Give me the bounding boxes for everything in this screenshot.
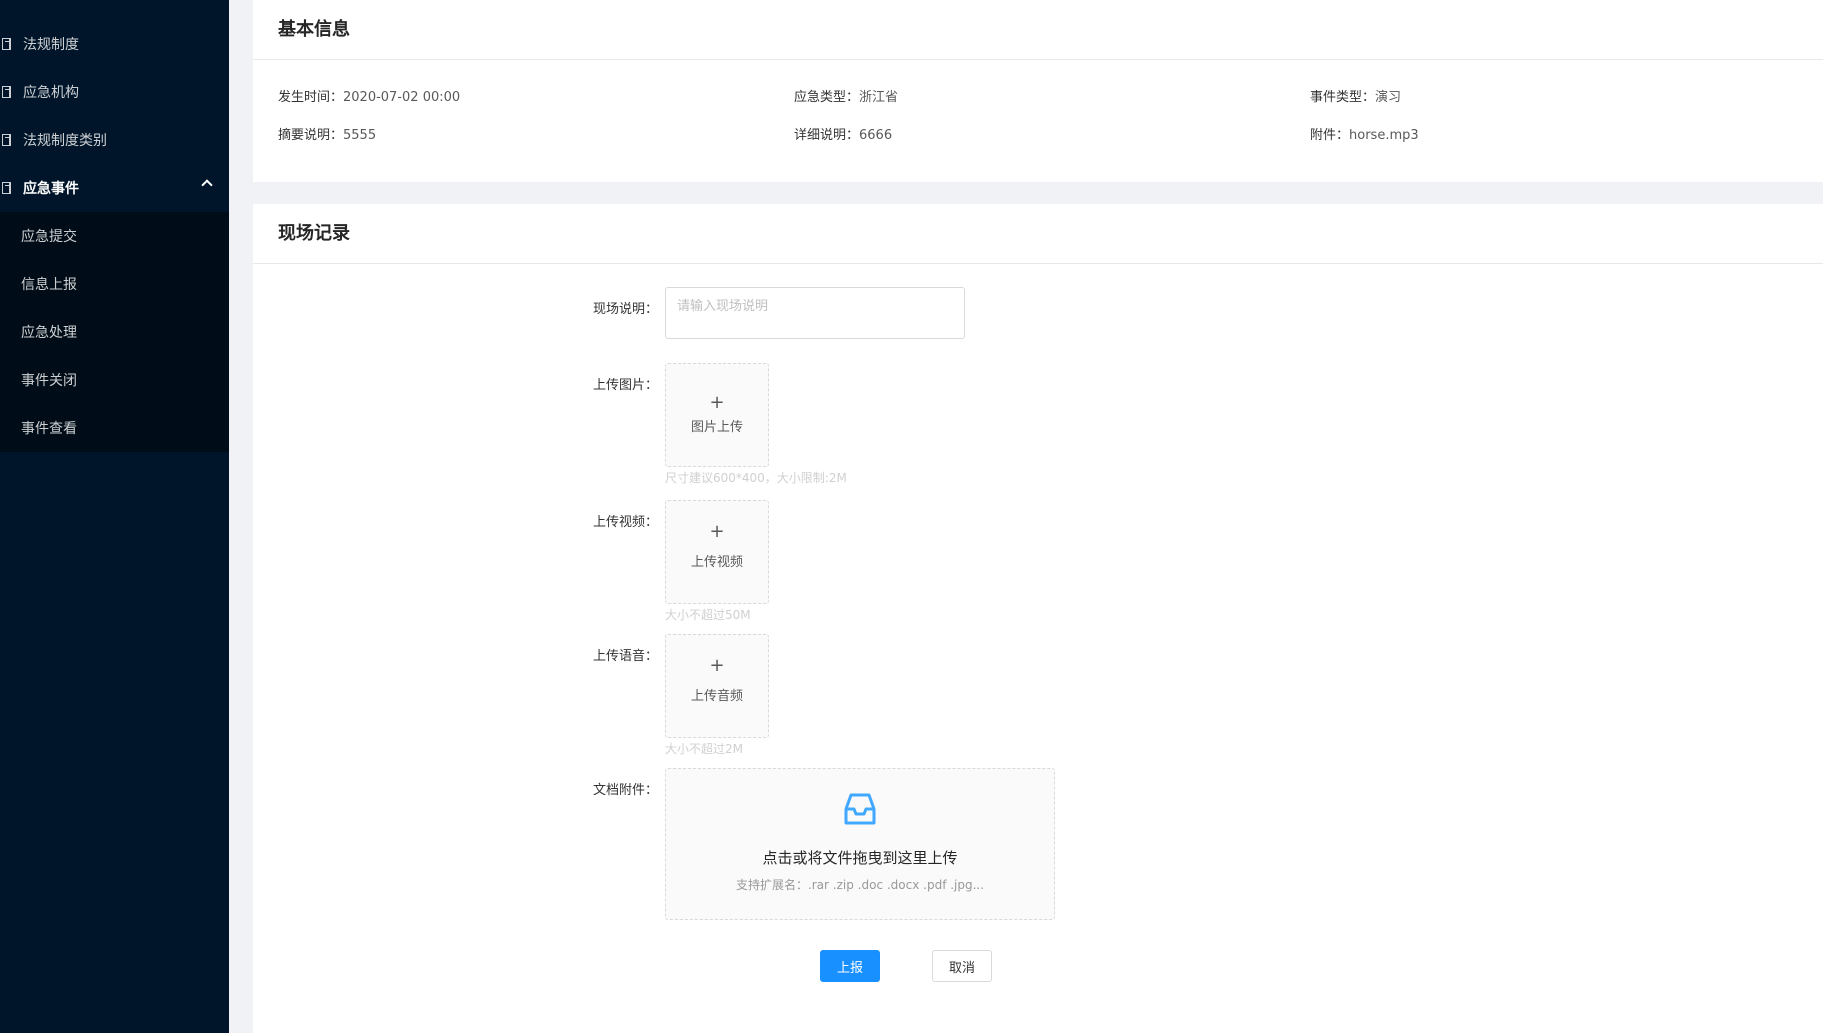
image-upload-label: 上传图片： [592,378,658,393]
sidebar-item-label: 法规制度 [23,37,79,53]
submit-button[interactable]: 上报 [820,950,880,982]
sidebar-item-label: 应急事件 [23,181,79,197]
info-attachment: 附件：horse.mp3 [1310,128,1419,143]
plus-icon: + [709,521,725,542]
video-upload-button[interactable]: + 上传视频 [665,500,769,604]
sidebar-item-label: 应急机构 [23,85,79,101]
sidebar-subitem-label: 应急处理 [21,325,77,341]
sidebar-item-regulation-categories[interactable]: 法规制度类别 [0,116,229,164]
desc-label: 现场说明： [592,302,658,317]
document-icon [2,134,11,146]
document-icon [2,86,11,98]
info-occur-time: 发生时间：2020-07-02 00:00 [278,90,461,105]
dragger-hint-text: 支持扩展名：.rar .zip .doc .docx .pdf .jpg... [735,878,985,892]
image-upload-button[interactable]: + 图片上传 [665,363,769,467]
sidebar-subitem-label: 应急提交 [21,229,77,245]
cancel-button[interactable]: 取消 [932,950,992,982]
info-emergency-type: 应急类型：浙江省 [794,90,899,105]
inbox-icon [844,793,876,825]
sidebar-item-emergency-agency[interactable]: 应急机构 [0,68,229,116]
image-upload-hint: 尺寸建议600*400，大小限制:2M [665,471,847,485]
image-upload-text: 图片上传 [690,420,743,435]
record-card: 现场记录 现场说明： 上传图片： + 图片上传 尺寸建议600*400，大小限制… [253,204,1823,1033]
sidebar-item-regulations[interactable]: 法规制度 [0,20,229,68]
video-upload-text: 上传视频 [690,555,743,570]
sidebar-subitem-emergency-handling[interactable]: 应急处理 [0,308,229,356]
sidebar-subitem-label: 事件关闭 [21,373,77,389]
sidebar-subitem-label: 事件查看 [21,421,77,437]
info-event-type: 事件类型：演习 [1310,90,1402,105]
dragger-main-text: 点击或将文件拖曳到这里上传 [762,849,958,867]
document-dragger[interactable]: 点击或将文件拖曳到这里上传 支持扩展名：.rar .zip .doc .docx… [665,768,1055,920]
sidebar-subitem-info-report[interactable]: 信息上报 [0,260,229,308]
sidebar-item-label: 法规制度类别 [23,133,107,149]
audio-upload-label: 上传语音： [592,649,658,664]
audio-upload-hint: 大小不超过2M [665,742,743,756]
sidebar-item-emergency-events[interactable]: 应急事件 [0,164,229,212]
video-upload-hint: 大小不超过50M [665,608,751,622]
info-detail: 详细说明：6666 [794,128,893,143]
chevron-up-icon [201,179,213,191]
document-icon [2,38,11,50]
sidebar-subitem-label: 信息上报 [21,277,77,293]
plus-icon: + [709,655,725,676]
sidebar-submenu: 应急提交 信息上报 应急处理 事件关闭 事件查看 [0,212,229,452]
sidebar-subitem-event-close[interactable]: 事件关闭 [0,356,229,404]
attachment-link[interactable]: horse.mp3 [1349,128,1419,143]
document-icon [2,182,11,194]
record-title: 现场记录 [253,204,1823,264]
sidebar-subitem-emergency-submit[interactable]: 应急提交 [0,212,229,260]
audio-upload-button[interactable]: + 上传音频 [665,634,769,738]
video-upload-label: 上传视频： [592,515,658,530]
scene-description-input[interactable] [665,287,965,339]
sidebar-subitem-event-view[interactable]: 事件查看 [0,404,229,452]
plus-icon: + [709,392,725,413]
sidebar: 法规制度 应急机构 法规制度类别 应急事件 应急提交 信息上报 应急处理 事件关… [0,0,229,1033]
doc-upload-label: 文档附件： [592,783,658,798]
audio-upload-text: 上传音频 [690,689,743,704]
info-summary: 摘要说明：5555 [278,128,377,143]
basic-info-title: 基本信息 [253,0,1823,60]
basic-info-card: 基本信息 发生时间：2020-07-02 00:00 应急类型：浙江省 事件类型… [253,0,1823,182]
app-root: 法规制度 应急机构 法规制度类别 应急事件 应急提交 信息上报 应急处理 事件关… [0,0,1823,1033]
